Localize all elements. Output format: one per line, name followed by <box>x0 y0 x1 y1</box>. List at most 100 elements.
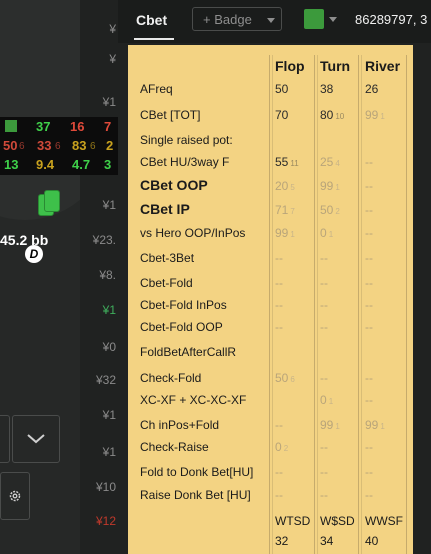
stat-label: Fold to Donk Bet[HU] <box>140 465 254 479</box>
stat-label: FoldBetAfterCallR <box>140 345 237 359</box>
stat-value-turn[interactable]: -- <box>320 488 328 502</box>
column-divider <box>314 55 315 554</box>
stat-value-river[interactable]: -- <box>365 488 373 502</box>
stat-value-turn[interactable]: 80 10 <box>320 108 344 122</box>
stat-value-turn[interactable]: 01 <box>320 226 333 240</box>
stat-percent: 0 <box>320 393 327 407</box>
caret-down-icon[interactable] <box>329 17 337 22</box>
stat-sample-size: 1 <box>328 397 334 406</box>
stat-value-river[interactable]: 99 1 <box>365 108 385 122</box>
stat-value-flop[interactable]: 99 1 <box>275 226 295 240</box>
settings-button[interactable] <box>0 472 30 520</box>
stat-value-flop[interactable]: 70 <box>275 108 288 122</box>
stat-value-flop[interactable]: -- <box>275 320 283 334</box>
stat-value-flop[interactable]: 50 <box>275 82 288 96</box>
stat-label: vs Hero OOP/InPos <box>140 226 246 240</box>
stat-sample-size: 1 <box>290 230 295 239</box>
column-divider <box>272 55 273 554</box>
footer-label-wtsd: WTSD <box>275 514 311 528</box>
background-amount: ¥0 <box>102 340 116 354</box>
stat-value-turn[interactable]: -- <box>320 251 328 265</box>
stat-value-river[interactable]: -- <box>365 298 373 312</box>
stat-value-flop[interactable]: 71 7 <box>275 203 295 217</box>
card-back <box>44 190 60 212</box>
stat-label: Ch inPos+Fold <box>140 418 220 432</box>
background-amount: ¥12 <box>95 514 116 528</box>
stat-value-turn[interactable]: -- <box>320 320 328 334</box>
stat-value-turn[interactable]: -- <box>320 440 328 454</box>
stat-value-flop[interactable]: -- <box>275 465 283 479</box>
stat-percent: -- <box>320 440 328 454</box>
stat-value-flop[interactable]: 20 5 <box>275 179 295 193</box>
chevron-down-icon <box>27 434 45 444</box>
stat-value-turn[interactable]: -- <box>320 276 328 290</box>
stat-value-flop[interactable]: 55 11 <box>275 155 299 169</box>
stat-value-flop[interactable]: -- <box>275 298 283 312</box>
stat-label: Cbet-Fold InPos <box>140 298 227 312</box>
stat-value-turn[interactable]: 38 <box>320 82 333 96</box>
stat-percent: 80 <box>320 108 334 122</box>
tab-cbet[interactable]: Cbet <box>136 12 167 28</box>
stat-value-flop[interactable]: -- <box>275 251 283 265</box>
stat-value-river[interactable]: -- <box>365 276 373 290</box>
background-amount: ¥ <box>109 22 116 36</box>
stat-value-river[interactable]: -- <box>365 226 373 240</box>
stat-value-river[interactable]: -- <box>365 203 373 217</box>
stat-value-flop[interactable]: -- <box>275 418 283 432</box>
stat-sample-size: 7 <box>290 207 295 216</box>
stat-value-river[interactable]: -- <box>365 371 373 385</box>
stat-value-flop[interactable]: -- <box>275 488 283 502</box>
stat-percent: -- <box>365 298 373 312</box>
stat-value-river[interactable]: -- <box>365 393 373 407</box>
stat-value-turn[interactable]: 99 1 <box>320 179 340 193</box>
hud-color-square <box>5 120 17 132</box>
expand-button[interactable] <box>12 415 60 463</box>
hud-stat: 16 <box>70 119 85 134</box>
stat-percent: -- <box>365 203 373 217</box>
player-color-picker[interactable] <box>304 9 324 29</box>
stat-value-turn[interactable]: 50 2 <box>320 203 340 217</box>
background-amount: ¥ <box>109 52 116 66</box>
hud-stat: 6 <box>90 141 96 152</box>
hud-stat: 33 <box>37 138 52 153</box>
stat-value-river[interactable]: -- <box>365 251 373 265</box>
stat-value-flop[interactable]: -- <box>275 276 283 290</box>
hud-stat: 7 <box>104 119 112 134</box>
column-divider <box>269 55 270 554</box>
stat-sample-size: 5 <box>290 183 295 192</box>
stat-value-river[interactable]: -- <box>365 155 373 169</box>
stat-value-river[interactable]: -- <box>365 320 373 334</box>
stat-percent: -- <box>365 320 373 334</box>
stat-value-flop[interactable]: 02 <box>275 440 288 454</box>
stat-percent: 0 <box>320 226 327 240</box>
stat-sample-size: 1 <box>380 422 385 431</box>
stat-value-river[interactable]: -- <box>365 440 373 454</box>
stat-value-turn[interactable]: 01 <box>320 393 333 407</box>
stat-value-turn[interactable]: -- <box>320 371 328 385</box>
stat-percent: -- <box>365 440 373 454</box>
column-divider <box>361 55 362 554</box>
stat-percent: 38 <box>320 82 334 96</box>
stat-sample-size: 1 <box>335 422 340 431</box>
left-panel-button[interactable] <box>0 415 10 463</box>
stat-percent: -- <box>365 276 373 290</box>
stat-value-river[interactable]: -- <box>365 465 373 479</box>
caret-down-icon <box>267 18 275 23</box>
player-hud[interactable]: 37 16 7 50 6 33 6 83 6 2 13 9.4 4.7 3 <box>0 117 118 175</box>
column-divider <box>406 55 407 554</box>
stat-value-flop[interactable]: 50 6 <box>275 371 295 385</box>
stat-label: Cbet-3Bet <box>140 251 195 265</box>
add-badge-button[interactable]: + Badge <box>192 7 282 31</box>
stat-percent: -- <box>320 298 328 312</box>
stat-value-turn[interactable]: -- <box>320 465 328 479</box>
stat-value-river[interactable]: 99 1 <box>365 418 385 432</box>
stat-value-turn[interactable]: -- <box>320 298 328 312</box>
stat-value-river[interactable]: -- <box>365 179 373 193</box>
stat-value-river[interactable]: 26 <box>365 82 378 96</box>
player-cards <box>38 190 60 216</box>
stat-value-turn[interactable]: 25 4 <box>320 155 340 169</box>
stat-value-turn[interactable]: 99 1 <box>320 418 340 432</box>
poker-table-background: ¥¥¥1¥¥1¥23.¥8.¥1¥0¥32¥1¥1¥10¥12 37 16 7 … <box>0 0 118 554</box>
hud-stat: 4.7 <box>72 157 91 172</box>
popup-header: Cbet + Badge 86289797, 3 <box>118 0 431 43</box>
